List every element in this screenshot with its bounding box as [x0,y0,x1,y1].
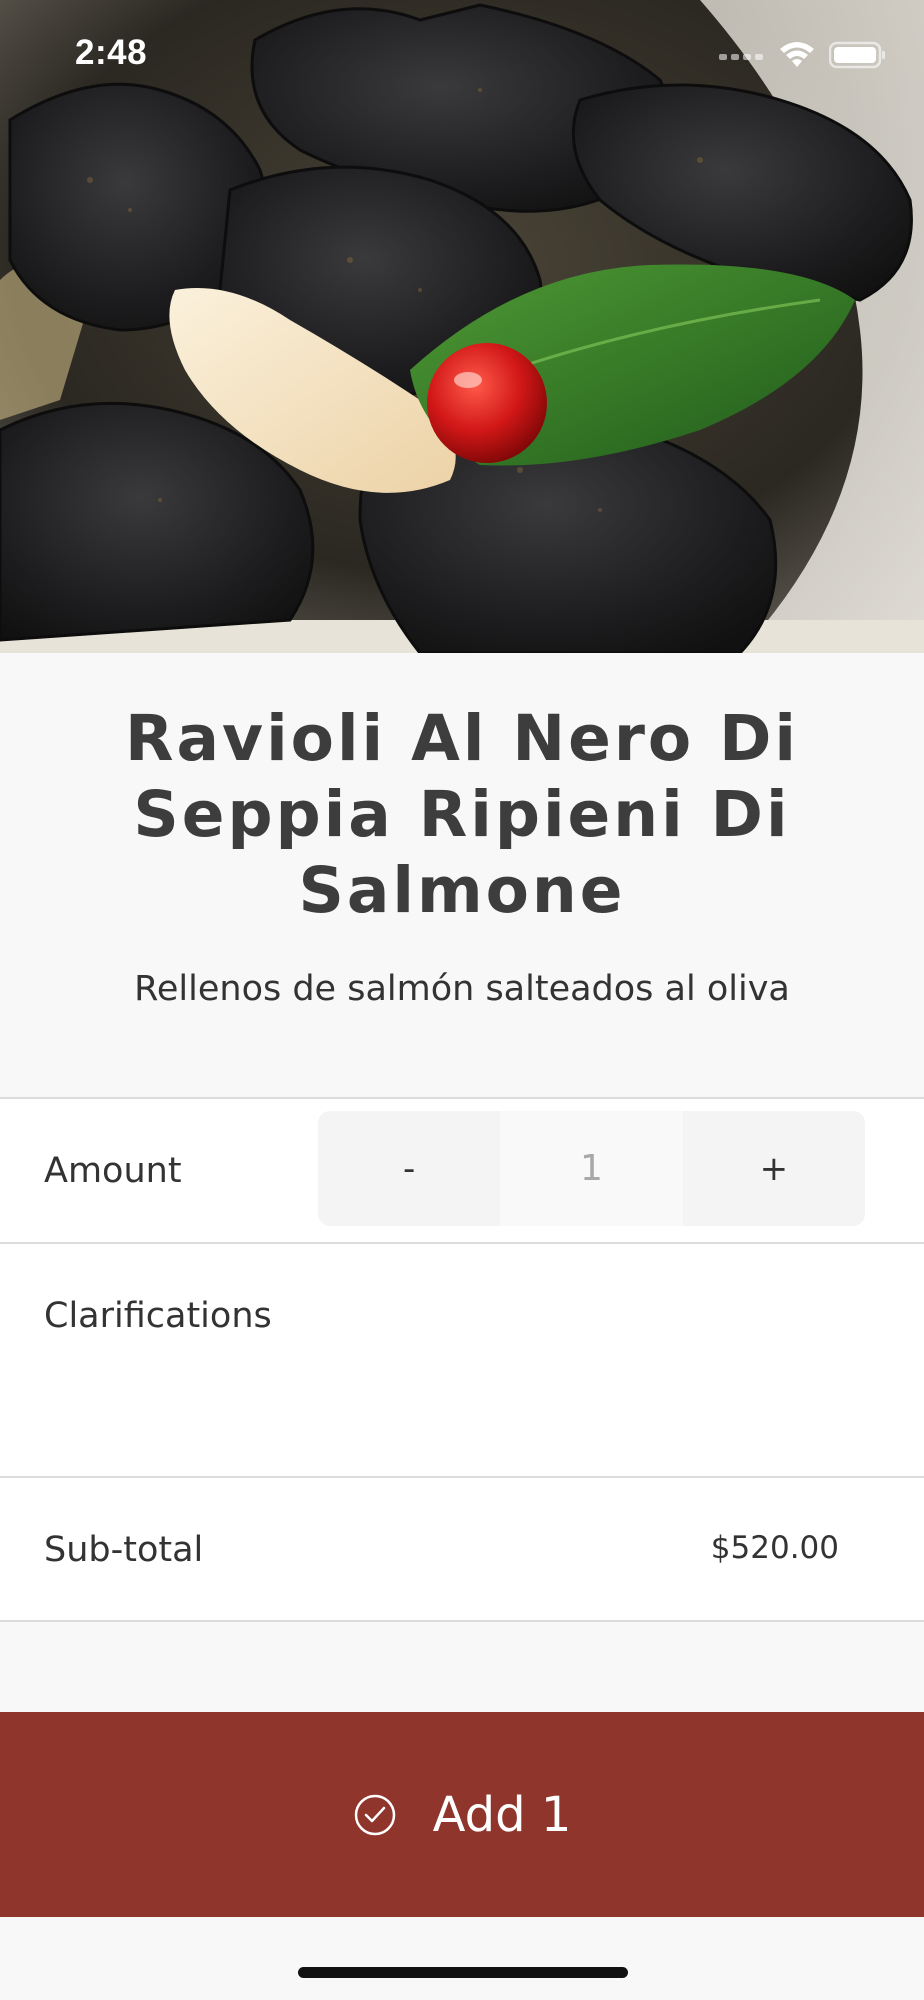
check-circle-icon [353,1793,397,1837]
dish-subtitle: Rellenos de salmón salteados al oliva [134,969,790,1009]
subtotal-row: Sub-total $520.00 [0,1476,924,1622]
amount-label: Amount [44,1151,182,1191]
dish-title: Ravioli Al Nero Di Seppia Ripieni Di Sal… [124,702,799,927]
signal-icon [719,48,765,67]
dish-header: Ravioli Al Nero Di Seppia Ripieni Di Sal… [0,653,924,1097]
subtotal-label: Sub-total [44,1530,204,1570]
add-button-label: Add 1 [432,1786,572,1843]
amount-row: Amount - 1 + [0,1097,924,1243]
status-icons [719,40,887,74]
add-to-order-button[interactable]: Add 1 [0,1712,924,1917]
home-indicator[interactable] [298,1967,628,1978]
clarifications-field[interactable]: Clarifications [0,1242,924,1478]
clarifications-label: Clarifications [44,1296,272,1336]
wifi-icon [779,41,815,73]
increment-button[interactable]: + [682,1111,865,1226]
decrement-button[interactable]: - [318,1111,501,1226]
status-bar: 2:48 [0,0,924,110]
status-time: 2:48 [75,33,148,72]
subtotal-value: $520.00 [710,1530,839,1566]
quantity-value[interactable]: 1 [500,1111,683,1226]
quantity-stepper: - 1 + [318,1111,865,1226]
battery-icon [828,41,887,73]
